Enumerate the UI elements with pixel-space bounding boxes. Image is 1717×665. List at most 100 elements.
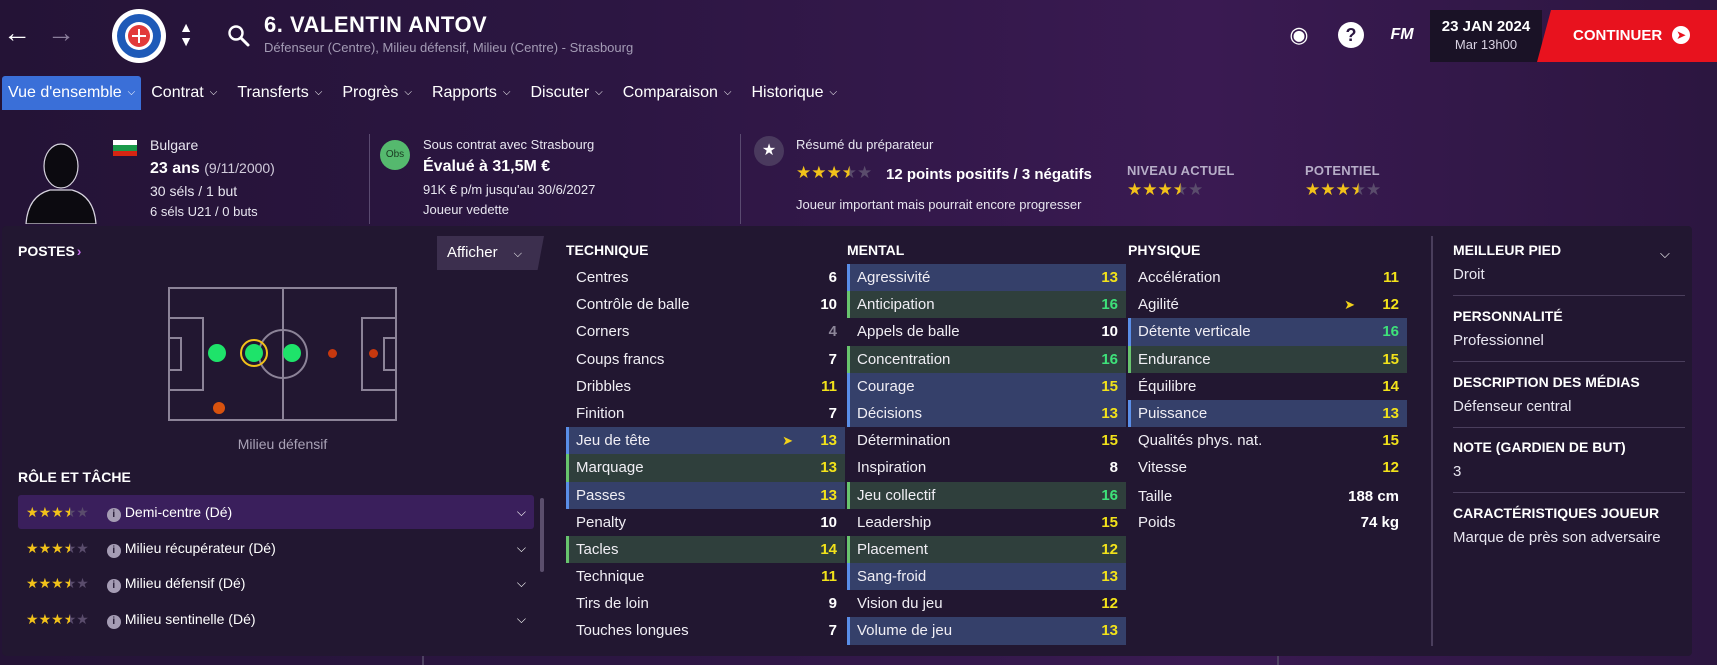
role-name: Milieu défensif (Dé) <box>124 575 246 591</box>
back-arrow-icon[interactable]: ← <box>2 18 32 48</box>
attribute-row[interactable]: Penalty 10 <box>566 509 845 536</box>
scout-badge[interactable]: Obs <box>380 140 410 170</box>
tab-transfers[interactable]: Transferts ⌵ <box>227 76 332 110</box>
attribute-row[interactable]: Passes 13 <box>566 481 845 509</box>
attribute-row[interactable]: Détente verticale 16 <box>1128 318 1407 346</box>
attribute-row[interactable]: Appels de balle 10 <box>847 318 1126 345</box>
attribute-row[interactable]: Coups francs 7 <box>566 346 845 373</box>
attribute-row[interactable]: Puissance 13 <box>1128 399 1407 428</box>
tab-overview[interactable]: Vue d'ensemble ⌵ <box>2 76 142 110</box>
tab-reports[interactable]: Rapports ⌵ <box>422 76 521 110</box>
help-icon[interactable]: ? <box>1338 22 1364 48</box>
chevron-down-icon[interactable]: ⌵ <box>517 531 526 565</box>
player-switch-arrows[interactable]: ▲ ▼ <box>176 20 196 48</box>
show-button[interactable]: Afficher ⌵ <box>437 236 544 270</box>
attribute-row[interactable]: Accélération 11 <box>1128 264 1407 291</box>
top-bar: ← → ▲ ▼ 6. VALENTIN ANTOV Défenseur (Cent… <box>0 0 1717 70</box>
attribute-row[interactable]: Marquage 13 <box>566 454 845 482</box>
attribute-row[interactable]: Dribbles 11 <box>566 373 845 400</box>
coach-summary-title: Résumé du préparateur <box>796 137 934 152</box>
role-row[interactable]: ★★★★★ i Milieu sentinelle (Dé) ⌵ <box>18 602 534 636</box>
attribute-row[interactable]: Anticipation 16 <box>847 291 1126 319</box>
attribute-name: Touches longues <box>576 622 689 640</box>
attribute-row[interactable]: Agressivité 13 <box>847 264 1126 292</box>
attribute-row[interactable]: Centres 6 <box>566 264 845 291</box>
chevron-down-icon[interactable]: ⌵ <box>517 566 526 600</box>
positions-title[interactable]: POSTES › <box>18 243 81 259</box>
chevron-right-icon: › <box>76 243 82 259</box>
info-icon[interactable]: i <box>106 614 121 629</box>
attribute-row[interactable]: Jeu de tête ➤ 13 <box>566 427 845 455</box>
attribute-row[interactable]: Corners 4 <box>566 318 845 345</box>
attribute-row[interactable]: Volume de jeu 13 <box>847 617 1126 645</box>
attribute-row[interactable]: Jeu collectif 16 <box>847 481 1126 509</box>
attribute-row[interactable]: Agilité ➤ 12 <box>1128 291 1407 318</box>
chevron-down-icon[interactable]: ⌵ <box>517 602 526 636</box>
attribute-row[interactable]: Endurance 15 <box>1128 345 1407 373</box>
role-row[interactable]: ★★★★★ i Milieu défensif (Dé) ⌵ <box>18 566 534 600</box>
role-row[interactable]: ★★★★★ i Milieu récupérateur (Dé) ⌵ <box>18 531 534 565</box>
attribute-row[interactable]: Finition 7 <box>566 400 845 427</box>
attribute-row[interactable]: Décisions 13 <box>847 399 1126 428</box>
physique-table: Accélération 11 Agilité ➤ 12 Détente vertical… <box>1128 264 1407 482</box>
attribute-row[interactable]: Tacles 14 <box>566 535 845 564</box>
attribute-value: 10 <box>820 513 837 531</box>
nationality: Bulgare <box>150 137 199 153</box>
attribute-row[interactable]: Placement 12 <box>847 535 1126 564</box>
role-title: RÔLE ET TÂCHE <box>18 469 131 485</box>
chevron-down-icon[interactable]: ⌵ <box>517 495 526 529</box>
tab-progress[interactable]: Progrès ⌵ <box>332 76 422 110</box>
fm-icon[interactable]: FM <box>1386 22 1418 48</box>
continue-button[interactable]: CONTINUER ➤ <box>1537 10 1717 62</box>
info-icon[interactable]: i <box>106 508 121 522</box>
squad-status: Joueur vedette <box>423 202 510 217</box>
detail-value: Professionnel <box>1453 332 1544 349</box>
attribute-row[interactable]: Qualités phys. nat. 15 <box>1128 427 1407 454</box>
attribute-row[interactable]: Vitesse 12 <box>1128 454 1407 481</box>
attribute-row[interactable]: Touches longues 7 <box>566 617 845 644</box>
attribute-row[interactable]: Concentration 16 <box>847 345 1126 373</box>
tab-history[interactable]: Historique ⌵ <box>742 76 848 110</box>
attribute-row[interactable]: Sang-froid 13 <box>847 563 1126 591</box>
position-pitch[interactable] <box>168 287 397 421</box>
tab-discuss[interactable]: Discuter ⌵ <box>520 76 612 110</box>
divider <box>1453 295 1685 296</box>
attribute-row[interactable]: Détermination 15 <box>847 427 1126 454</box>
attribute-value: 16 <box>1101 350 1118 368</box>
chevron-down-icon[interactable]: ⌵ <box>1660 246 1670 262</box>
attribute-value: 12 <box>1101 540 1118 558</box>
attribute-row[interactable]: Technique 11 <box>566 563 845 590</box>
chevron-down-icon: ⌵ <box>595 87 603 98</box>
attribute-name: Concentration <box>857 350 951 368</box>
info-icon[interactable]: i <box>106 579 121 593</box>
info-icon[interactable]: i <box>106 543 121 558</box>
attribute-row[interactable]: Équilibre 14 <box>1128 373 1407 400</box>
role-row[interactable]: ★★★★★ i Demi-centre (Dé) ⌵ <box>18 495 534 529</box>
attribute-row[interactable]: Leadership 15 <box>847 509 1126 536</box>
tab-comparison[interactable]: Comparaison ⌵ <box>613 76 742 110</box>
search-icon[interactable] <box>227 24 251 48</box>
position-marker <box>369 349 378 358</box>
attribute-name: Agilité <box>1138 296 1179 314</box>
attribute-value: 11 <box>821 568 837 586</box>
role-stars: ★★★★★ <box>26 539 89 556</box>
attribute-row[interactable]: Tirs de loin 9 <box>566 590 845 617</box>
attribute-value: 14 <box>820 540 837 558</box>
attribute-name: Accélération <box>1138 269 1221 286</box>
attribute-row[interactable]: Courage 15 <box>847 372 1126 400</box>
attribute-name: Anticipation <box>857 296 935 314</box>
contract-status: Sous contrat avec Strasbourg <box>423 137 595 152</box>
globe-icon[interactable]: ◉ <box>1286 22 1312 48</box>
tab-contract[interactable]: Contrat ⌵ <box>141 76 227 110</box>
detail-value: Droit <box>1453 266 1485 283</box>
attribute-name: Appels de balle <box>857 323 960 341</box>
attribute-row[interactable]: Vision du jeu 12 <box>847 590 1126 617</box>
attribute-row[interactable]: Contrôle de balle 10 <box>566 291 845 318</box>
attribute-value: 4 <box>828 323 837 341</box>
attribute-row[interactable]: Inspiration 8 <box>847 454 1126 481</box>
roles-scrollbar[interactable] <box>540 498 544 572</box>
club-crest-icon[interactable] <box>112 9 166 63</box>
date-display: 23 JAN 2024 Mar 13h00 <box>1430 10 1542 62</box>
forward-arrow-icon[interactable]: → <box>46 18 76 48</box>
divider <box>1453 427 1685 428</box>
